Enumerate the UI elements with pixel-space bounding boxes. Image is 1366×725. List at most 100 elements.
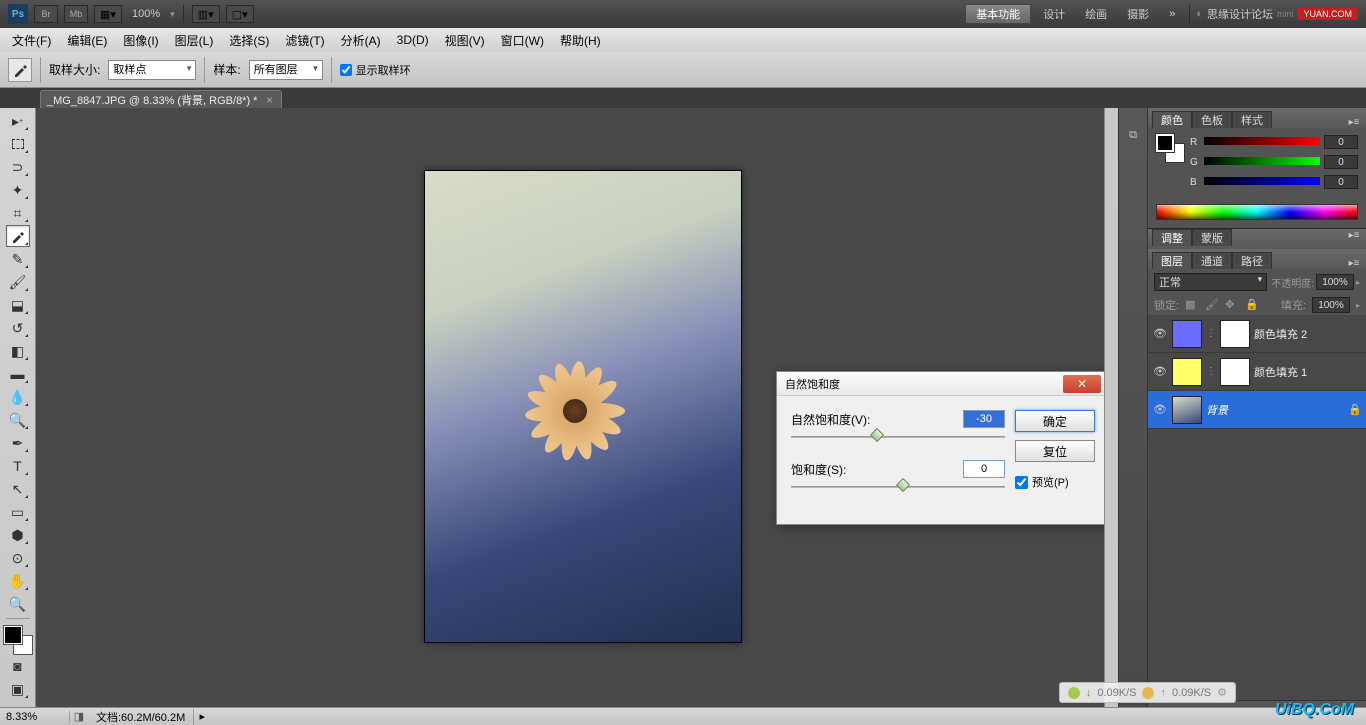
screenmode-toggle[interactable]: ▣ [6,678,30,700]
zoom-dropdown-icon[interactable]: ▾ [170,9,175,20]
net-settings-icon[interactable]: ⚙ [1217,686,1227,699]
search-text[interactable]: 思缘设计论坛 [1207,6,1273,22]
foreground-color[interactable] [4,626,22,644]
lock-transparent-icon[interactable]: ▩ [1185,298,1199,312]
menu-window[interactable]: 窗口(W) [493,29,552,52]
screen-mode-dropdown[interactable]: ▦▾ [94,5,122,23]
layer-name[interactable]: 颜色填充 1 [1254,364,1362,380]
type-tool[interactable]: T [6,455,30,477]
layer-mask[interactable] [1220,320,1250,348]
opacity-flyout-icon[interactable]: ▸ [1356,278,1360,287]
visibility-icon[interactable]: 👁 [1152,364,1168,380]
canvas-area[interactable]: 自然饱和度 ✕ 自然饱和度(V): 饱和度(S): [36,108,1118,725]
menu-select[interactable]: 选择(S) [221,29,277,52]
workspace-essentials-button[interactable]: 基本功能 [965,4,1031,24]
lasso-tool[interactable]: ⊃ [6,156,30,178]
panel-menu-icon[interactable]: ▸≡ [1346,229,1362,241]
panel-menu-icon[interactable]: ▸≡ [1346,116,1362,128]
zoom-tool[interactable]: 🔍 [6,593,30,615]
g-input[interactable] [1324,155,1358,169]
layers-tab[interactable]: 图层 [1152,252,1192,269]
sample-select[interactable]: 所有图层 [249,60,323,80]
adjustments-tab[interactable]: 调整 [1152,229,1192,246]
wand-tool[interactable]: ✦ [6,179,30,201]
saturation-input[interactable] [963,460,1005,478]
workspace-photography[interactable]: 摄影 [1119,6,1157,22]
swatches-tab[interactable]: 色板 [1192,111,1232,128]
saturation-slider[interactable] [791,482,1005,498]
current-tool-icon[interactable] [8,58,32,82]
3d-camera-tool[interactable]: ⊙ [6,547,30,569]
layer-thumb[interactable] [1172,396,1202,424]
dialog-close-button[interactable]: ✕ [1063,375,1101,393]
history-brush-tool[interactable]: ↺ [6,317,30,339]
visibility-icon[interactable]: 👁 [1152,326,1168,342]
menu-view[interactable]: 视图(V) [437,29,493,52]
visibility-icon[interactable]: 👁 [1152,402,1168,418]
workspace-design[interactable]: 设计 [1035,6,1073,22]
history-dock-icon[interactable]: ⧉ [1122,124,1144,146]
menu-layer[interactable]: 图层(L) [167,29,222,52]
brush-tool[interactable]: 🖌 [6,271,30,293]
menu-image[interactable]: 图像(I) [115,29,166,52]
layer-name[interactable]: 背景 [1206,402,1344,418]
layer-mask[interactable] [1220,358,1250,386]
dodge-tool[interactable]: 🔍 [6,409,30,431]
hand-tool[interactable]: ✋ [6,570,30,592]
document-tab[interactable]: _MG_8847.JPG @ 8.33% (背景, RGB/8*) * × [40,90,282,108]
fill-flyout-icon[interactable]: ▸ [1356,301,1360,310]
show-sampling-ring-check[interactable]: 显示取样环 [340,62,411,78]
bridge-button[interactable]: Br [34,5,58,23]
status-zoom[interactable]: 8.33% [0,711,70,723]
menu-filter[interactable]: 滤镜(T) [277,29,332,52]
status-flyout-icon[interactable]: ▸ [194,710,210,723]
blur-tool[interactable]: 💧 [6,386,30,408]
menu-analysis[interactable]: 分析(A) [333,29,389,52]
g-slider[interactable] [1204,157,1320,167]
preview-check[interactable]: 预览(P) [1015,474,1095,490]
workspace-painting[interactable]: 绘画 [1077,6,1115,22]
crop-tool[interactable]: ⌗ [6,202,30,224]
sample-size-select[interactable]: 取样点 [108,60,196,80]
r-slider[interactable] [1204,137,1320,147]
vibrance-input[interactable] [963,410,1005,428]
show-ring-checkbox[interactable] [340,64,352,76]
quickmask-toggle[interactable]: ◙ [6,655,30,677]
eyedropper-tool[interactable] [6,225,30,247]
ok-button[interactable]: 确定 [1015,410,1095,432]
fill-input[interactable] [1312,297,1350,313]
eraser-tool[interactable]: ◧ [6,340,30,362]
layer-name[interactable]: 颜色填充 2 [1254,326,1362,342]
healing-tool[interactable]: ✎ [6,248,30,270]
panel-color-swatch[interactable] [1156,134,1184,162]
color-spectrum[interactable] [1156,204,1358,220]
reset-button[interactable]: 复位 [1015,440,1095,462]
arrange-dropdown[interactable]: ▥▾ [192,5,220,23]
path-select-tool[interactable]: ↖ [6,478,30,500]
stamp-tool[interactable]: ⬓ [6,294,30,316]
minibridge-button[interactable]: Mb [64,5,88,23]
3d-tool[interactable]: ⬢ [6,524,30,546]
paths-tab[interactable]: 路径 [1232,252,1272,269]
extras-dropdown[interactable]: ▢▾ [226,5,254,23]
r-input[interactable] [1324,135,1358,149]
shape-tool[interactable]: ▭ [6,501,30,523]
zoom-level[interactable]: 100% [132,8,160,20]
move-tool[interactable]: ▸+ [6,110,30,132]
vertical-scrollbar[interactable] [1104,108,1118,707]
layer-thumb[interactable] [1172,358,1202,386]
channels-tab[interactable]: 通道 [1192,252,1232,269]
close-tab-icon[interactable]: × [263,94,275,106]
menu-3d[interactable]: 3D(D) [389,30,437,50]
dialog-titlebar[interactable]: 自然饱和度 ✕ [777,372,1109,396]
layer-row[interactable]: 👁 ⋮ 颜色填充 1 [1148,353,1366,391]
menu-help[interactable]: 帮助(H) [552,29,609,52]
vibrance-slider[interactable] [791,432,1005,448]
lock-pixels-icon[interactable]: 🖌 [1205,298,1219,312]
masks-tab[interactable]: 蒙版 [1192,229,1232,246]
pen-tool[interactable]: ✒ [6,432,30,454]
menu-edit[interactable]: 编辑(E) [59,29,115,52]
color-swatches[interactable] [4,626,32,654]
menu-file[interactable]: 文件(F) [4,29,59,52]
b-slider[interactable] [1204,177,1320,187]
